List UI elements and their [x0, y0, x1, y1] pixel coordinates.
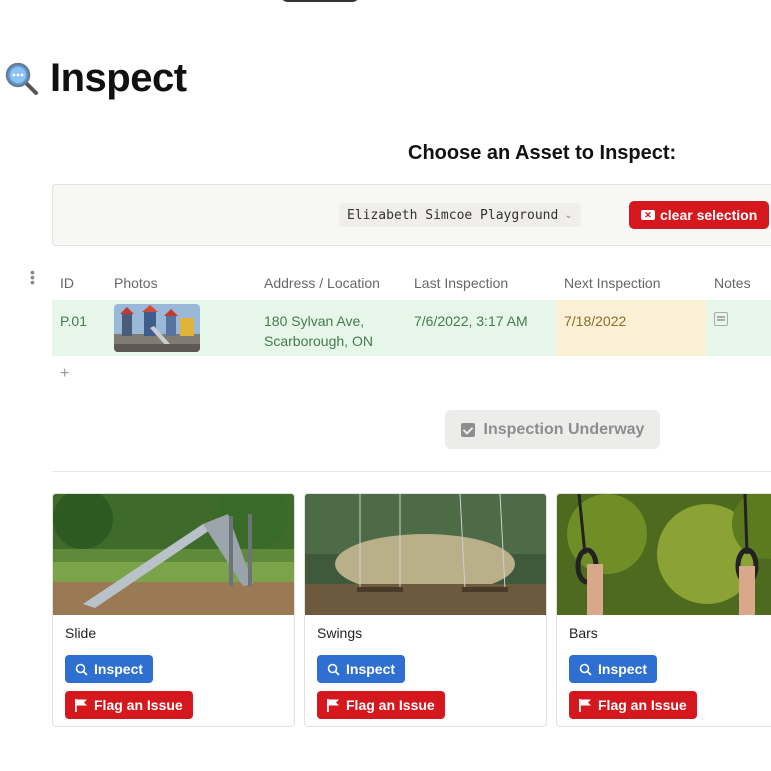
inspect-label: Inspect [598, 661, 648, 677]
magnifying-glass-icon [5, 62, 38, 95]
backspace-icon: ✕ [641, 210, 655, 220]
cell-last-inspection: 7/6/2022, 3:17 AM [414, 313, 528, 329]
flag-issue-label: Flag an Issue [598, 697, 687, 713]
chevron-down-icon: ⌄ [564, 209, 573, 221]
col-header-address[interactable]: Address / Location [256, 275, 406, 291]
playground-photo[interactable] [114, 304, 200, 352]
inspection-underway-button[interactable]: Inspection Underway [445, 410, 660, 449]
component-name: Slide [65, 625, 97, 641]
search-icon [579, 663, 592, 676]
drag-handle-icon[interactable]: • • • [30, 265, 36, 289]
bars-photo [557, 494, 771, 615]
notes-icon[interactable] [714, 312, 728, 326]
assets-table: ID Photos Address / Location Last Inspec… [52, 266, 771, 356]
col-header-next-inspection[interactable]: Next Inspection [556, 275, 706, 291]
flag-issue-button[interactable]: Flag an Issue [317, 691, 445, 719]
flag-issue-button[interactable]: Flag an Issue [65, 691, 193, 719]
checkbox-checked-icon [460, 422, 475, 437]
flag-issue-label: Flag an Issue [94, 697, 183, 713]
inspect-button[interactable]: Inspect [65, 655, 154, 683]
search-icon [75, 663, 88, 676]
component-card-bars: Bars Inspect Flag an Issue [556, 493, 771, 727]
add-row-button[interactable]: + [60, 365, 69, 383]
flag-issue-label: Flag an Issue [346, 697, 435, 713]
clear-selection-label: clear selection [660, 207, 758, 223]
component-name: Swings [317, 625, 363, 641]
clear-selection-button[interactable]: ✕ clear selection [629, 201, 770, 229]
cell-id: P.01 [60, 313, 87, 329]
search-icon [327, 663, 340, 676]
flag-icon [327, 698, 339, 712]
cell-next-inspection: 7/18/2022 [556, 300, 706, 356]
col-header-id[interactable]: ID [52, 275, 106, 291]
cell-photos [106, 300, 256, 356]
asset-select-value: Elizabeth Simcoe Playground [347, 207, 559, 223]
cell-address: 180 Sylvan Ave, Scarborough, ON [264, 313, 373, 349]
section-heading: Choose an Asset to Inspect: [408, 142, 677, 164]
divider [52, 471, 771, 472]
col-header-notes[interactable]: Notes [706, 275, 771, 291]
inspect-button[interactable]: Inspect [569, 655, 658, 683]
page-header: Inspect [4, 56, 187, 101]
inspect-label: Inspect [94, 661, 144, 677]
swings-photo [305, 494, 546, 615]
slide-photo [53, 494, 294, 615]
inspection-underway-label: Inspection Underway [483, 420, 645, 438]
component-card-slide: Slide Inspect Flag an Issue [52, 493, 295, 727]
flag-icon [579, 698, 591, 712]
asset-filter-bar: Elizabeth Simcoe Playground ⌄ ✕ clear se… [52, 184, 771, 246]
top-decoration [280, 0, 360, 2]
col-header-last-inspection[interactable]: Last Inspection [406, 275, 556, 291]
flag-issue-button[interactable]: Flag an Issue [569, 691, 697, 719]
component-name: Bars [569, 625, 598, 641]
inspect-label: Inspect [346, 661, 396, 677]
inspect-button[interactable]: Inspect [317, 655, 406, 683]
table-row[interactable]: P.01 180 Sylvan Ave, Scarborough, ON 7/6… [52, 300, 771, 356]
cell-notes[interactable] [706, 300, 771, 356]
table-header: ID Photos Address / Location Last Inspec… [52, 266, 771, 300]
component-card-swings: Swings Inspect Flag an Issue [304, 493, 547, 727]
asset-select[interactable]: Elizabeth Simcoe Playground ⌄ [339, 203, 581, 227]
flag-icon [75, 698, 87, 712]
page-title: Inspect [50, 56, 187, 100]
col-header-photos[interactable]: Photos [106, 275, 256, 291]
